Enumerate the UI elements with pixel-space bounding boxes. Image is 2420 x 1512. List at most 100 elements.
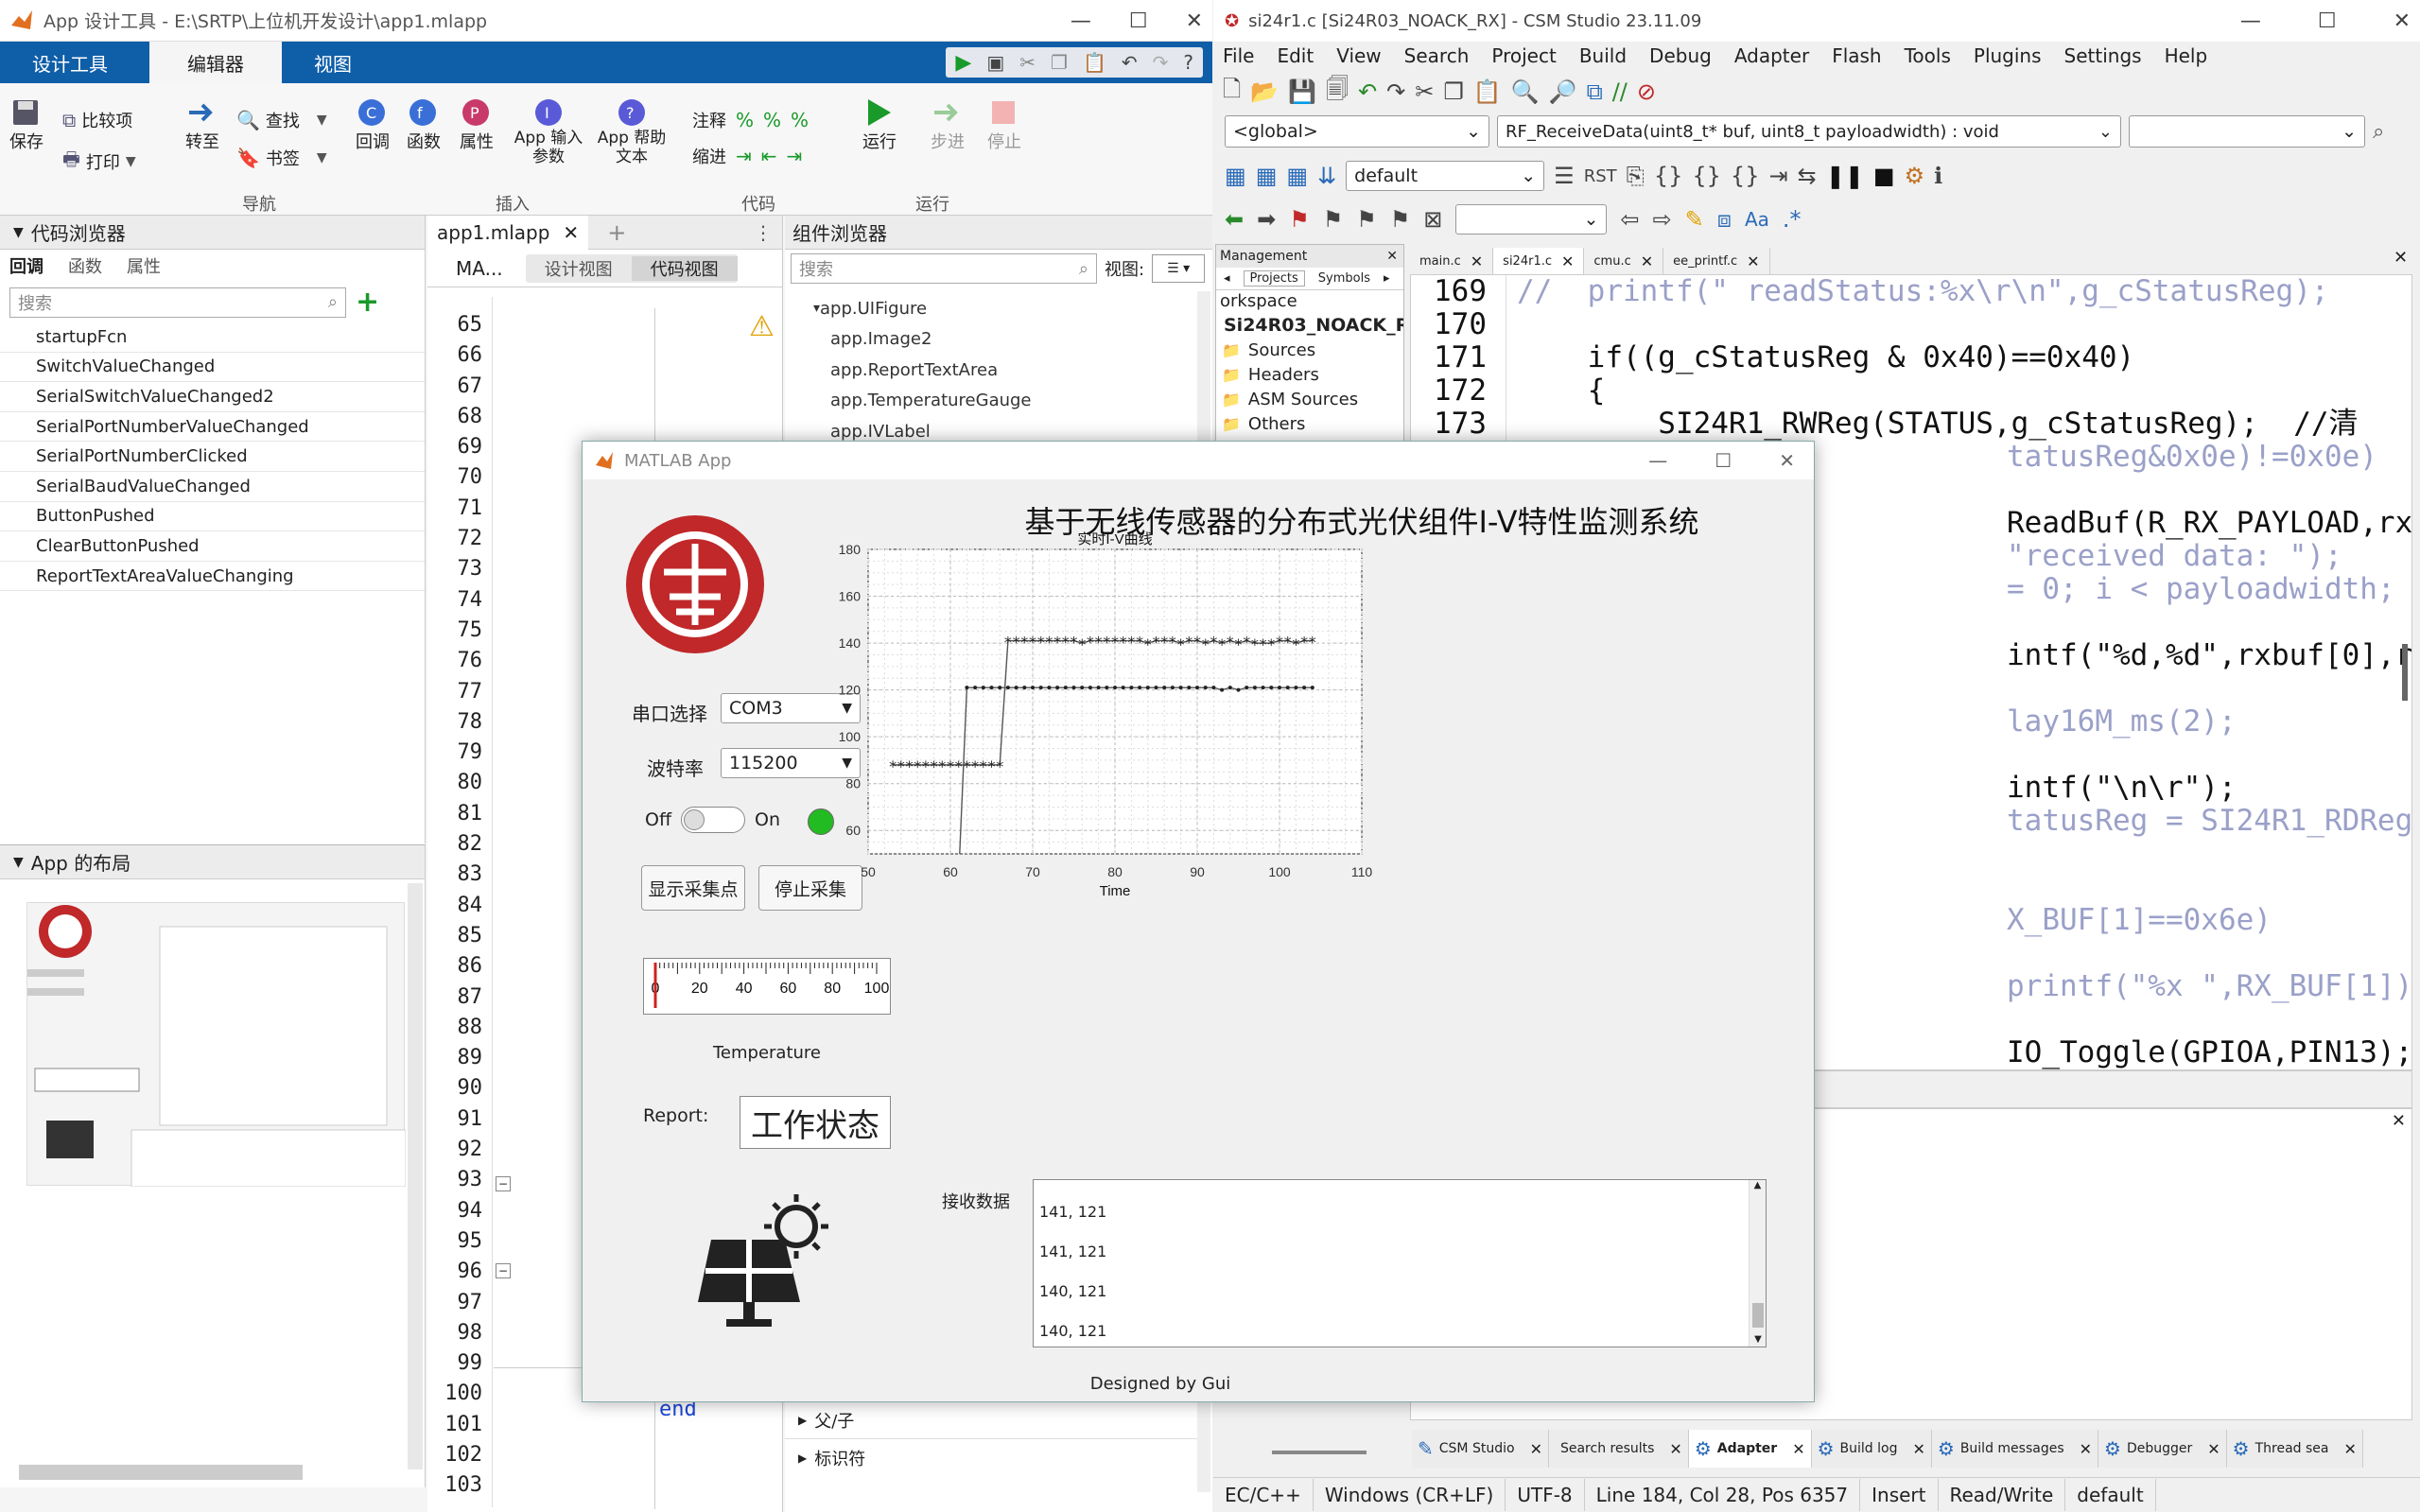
- function-button[interactable]: f 函数: [407, 96, 441, 153]
- next-bookmark-icon[interactable]: ⚑: [1356, 206, 1377, 233]
- report-text-area[interactable]: 工作状态: [740, 1096, 891, 1149]
- print-button[interactable]: 🖶 打印 ▼: [62, 146, 136, 178]
- menu-build[interactable]: Build: [1579, 44, 1627, 67]
- search-icon[interactable]: ⌕: [2373, 120, 2384, 144]
- settings-icon[interactable]: ⚙: [1905, 163, 1925, 189]
- cut-quick-icon[interactable]: ✂: [1019, 51, 1036, 74]
- regex-icon[interactable]: .*: [1783, 206, 1802, 233]
- close-tab-icon[interactable]: ✕: [1669, 1440, 1681, 1458]
- project-folder[interactable]: 📁 ASM Sources: [1216, 387, 1403, 411]
- search-box[interactable]: ⌄: [1455, 204, 1608, 235]
- stop-debug-icon[interactable]: ■: [1873, 163, 1895, 189]
- file-tab-app1[interactable]: app1.mlapp ✕: [427, 215, 589, 250]
- code-view-button[interactable]: 代码视图: [631, 255, 738, 281]
- build-all-icon[interactable]: ▦: [1286, 163, 1308, 189]
- run-quick-icon[interactable]: ▶: [955, 51, 971, 75]
- replace-icon[interactable]: 🔎: [1549, 78, 1577, 105]
- close-tab-icon[interactable]: ✕: [1792, 1440, 1804, 1458]
- tab-projects[interactable]: Projects: [1243, 270, 1305, 287]
- find-icon[interactable]: 🔍: [1511, 78, 1540, 105]
- highlight-icon[interactable]: ✎: [1685, 206, 1704, 233]
- log-tab[interactable]: ⚙ Debugger ✕: [2098, 1430, 2227, 1468]
- add-callback-icon[interactable]: +: [356, 286, 379, 319]
- file-tab[interactable]: si24r1.c ✕: [1493, 248, 1585, 274]
- component-tree-item[interactable]: ▾ app.UIFigure: [785, 293, 1212, 324]
- log-tab[interactable]: ✎ CSM Studio ✕: [1412, 1430, 1549, 1468]
- callback-list-item[interactable]: startupFcn: [0, 322, 425, 353]
- bookmark-icon[interactable]: ⚑: [1289, 206, 1310, 233]
- csm-maximize-button[interactable]: ☐: [2318, 9, 2337, 33]
- function-select[interactable]: RF_ReceiveData(uint8_t* buf, uint8_t pay…: [1497, 115, 2121, 148]
- info-icon[interactable]: ℹ: [1934, 163, 1942, 189]
- menu-edit[interactable]: Edit: [1277, 44, 1314, 67]
- view-select[interactable]: ☰ ▾: [1152, 254, 1206, 283]
- editor-menu-icon[interactable]: ⋮: [754, 221, 773, 244]
- receive-text-area[interactable]: 141, 121 141, 121 140, 121 140, 121 ▲ ▼: [1033, 1179, 1767, 1347]
- undo-icon[interactable]: ↶: [1358, 78, 1377, 105]
- tab-editor[interactable]: 编辑器: [149, 42, 282, 83]
- forward-icon[interactable]: ➡: [1257, 206, 1276, 233]
- clear-search-icon[interactable]: ⊠: [1423, 206, 1442, 233]
- fold-marker[interactable]: −: [496, 1176, 511, 1191]
- tab-properties[interactable]: 属性: [127, 253, 161, 278]
- component-tree-item[interactable]: app.ReportTextArea: [785, 355, 1212, 386]
- indent-button[interactable]: 缩进 ⇥ ⇤ ⇥: [692, 144, 802, 168]
- minimize-button[interactable]: —: [1071, 9, 1091, 33]
- menu-plugins[interactable]: Plugins: [1974, 44, 2042, 67]
- paste-quick-icon[interactable]: 📋: [1083, 51, 1106, 74]
- file-tab[interactable]: ee_printf.c ✕: [1663, 248, 1770, 274]
- build-target-select[interactable]: default ⌄: [1346, 161, 1545, 191]
- fold-marker[interactable]: −: [496, 1263, 511, 1278]
- log-tab[interactable]: ⚙ Build messages ✕: [1932, 1430, 2099, 1468]
- menu-adapter[interactable]: Adapter: [1734, 44, 1809, 67]
- close-logs-icon[interactable]: ✕: [2392, 1111, 2406, 1131]
- code-scrollbar-thumb[interactable]: [2402, 644, 2408, 701]
- close-editor-icon[interactable]: ✕: [2394, 248, 2408, 268]
- search-next-icon[interactable]: ⇨: [1653, 206, 1672, 233]
- close-tab-icon[interactable]: ✕: [1747, 252, 1759, 270]
- close-icon[interactable]: ✕: [1386, 249, 1398, 264]
- close-tab-icon[interactable]: ✕: [1912, 1440, 1924, 1458]
- tab-design-tools[interactable]: 设计工具: [0, 42, 140, 83]
- show-points-button[interactable]: 显示采集点: [641, 865, 745, 911]
- menu-search[interactable]: Search: [1404, 44, 1470, 67]
- callback-button[interactable]: C 回调: [356, 96, 390, 153]
- bookmark-button[interactable]: 🔖 书签 ▼: [236, 146, 327, 170]
- select-icon[interactable]: ⧉: [1587, 78, 1603, 105]
- save-file-icon[interactable]: 💾: [1288, 78, 1316, 105]
- app-minimize-button[interactable]: —: [1648, 449, 1667, 472]
- component-tree-item[interactable]: app.TemperatureGauge: [785, 386, 1212, 417]
- download-icon[interactable]: ⇊: [1317, 163, 1336, 189]
- warning-icon[interactable]: ⚠: [749, 310, 775, 343]
- debug-step-icon[interactable]: ⎘: [1627, 163, 1645, 189]
- menu-project[interactable]: Project: [1491, 44, 1556, 67]
- rebuild-icon[interactable]: ▦: [1256, 163, 1278, 189]
- close-tab-icon[interactable]: ✕: [2344, 1440, 2357, 1458]
- log-icon[interactable]: ☰: [1554, 163, 1575, 189]
- menu-help[interactable]: Help: [2165, 44, 2208, 67]
- clear-bookmarks-icon[interactable]: ⚑: [1390, 206, 1411, 233]
- selected-text-icon[interactable]: ⧈: [1717, 206, 1732, 233]
- paste-icon[interactable]: 📋: [1473, 78, 1502, 105]
- app-input-button[interactable]: I App 输入参数: [511, 96, 586, 166]
- app-maximize-button[interactable]: ☐: [1715, 449, 1732, 472]
- pause-icon[interactable]: ❚❚: [1826, 163, 1864, 189]
- prev-bookmark-icon[interactable]: ⚑: [1323, 206, 1344, 233]
- csm-minimize-button[interactable]: —: [2240, 9, 2261, 33]
- code-browser-search[interactable]: 搜索 ⌕: [9, 287, 346, 318]
- section-identifier[interactable]: ▶ 标识符: [785, 1439, 1201, 1477]
- close-tab-icon[interactable]: ✕: [1641, 252, 1653, 270]
- search-prev-icon[interactable]: ⇦: [1620, 206, 1639, 233]
- callback-list-item[interactable]: SerialSwitchValueChanged2: [0, 382, 425, 412]
- scope-select[interactable]: <global> ⌄: [1225, 115, 1489, 148]
- run-to-icon[interactable]: ⇥: [1768, 163, 1787, 189]
- app-close-button[interactable]: ✕: [1779, 449, 1795, 472]
- menu-view[interactable]: View: [1336, 44, 1381, 67]
- close-tab-icon[interactable]: ✕: [1530, 1440, 1542, 1458]
- tab-functions[interactable]: 函数: [68, 253, 102, 278]
- project-folder[interactable]: 📁 Headers: [1216, 362, 1403, 387]
- undo-quick-icon[interactable]: ↶: [1122, 51, 1138, 74]
- maximize-button[interactable]: ☐: [1129, 9, 1148, 33]
- management-scroll[interactable]: [1215, 1415, 1404, 1468]
- copy-icon[interactable]: ❐: [1443, 78, 1464, 105]
